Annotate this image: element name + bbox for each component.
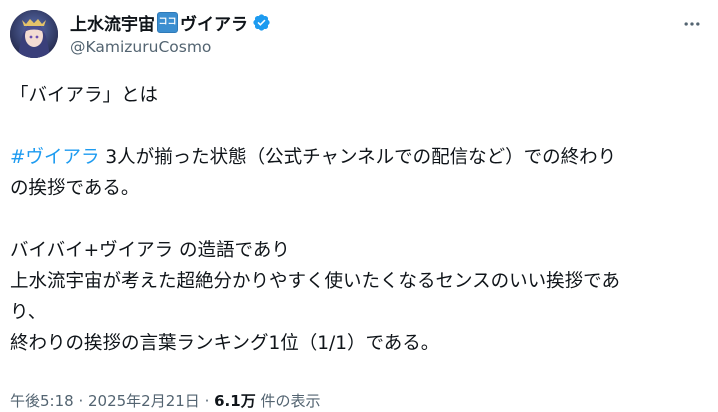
tweet-card: 上水流宇宙 ココ ヴイアラ @KamizuruCosmo 「バイアラ」とは #ヴ… <box>0 0 718 412</box>
author-handle[interactable]: @KamizuruCosmo <box>70 38 211 56</box>
more-horizontal-icon[interactable] <box>680 12 704 36</box>
tweet-date[interactable]: 2025年2月21日 <box>88 392 200 410</box>
avatar[interactable] <box>10 10 58 58</box>
author-display-name[interactable]: 上水流宇宙 <box>70 10 155 35</box>
author-name-row[interactable]: 上水流宇宙 ココ ヴイアラ <box>70 10 271 35</box>
tweet-line: #ヴイアラ 3人が揃った状態（公式チャンネルでの配信など）での終わり <box>10 142 710 173</box>
tweet-time[interactable]: 午後5:18 <box>10 392 74 410</box>
tweet-line: バイバイ+ヴイアラ の造語であり <box>10 240 290 261</box>
views-label: 件の表示 <box>255 392 321 410</box>
tweet-line: 上水流宇宙が考えた超絶分かりやすく使いたくなるセンスのいい挨拶であ <box>10 271 620 292</box>
tweet-line-text: 3人が揃った状態（公式チャンネルでの配信など）での終わり <box>99 147 617 168</box>
koko-emoji-icon: ココ <box>157 11 178 33</box>
tweet-line: り、 <box>10 302 47 323</box>
tweet-meta: 午後5:18 · 2025年2月21日 · 6.1万 件の表示 <box>10 390 320 411</box>
hashtag-link[interactable]: #ヴイアラ <box>10 147 100 168</box>
verified-badge-icon[interactable] <box>252 13 271 32</box>
tweet-line: 「バイアラ」とは <box>10 85 159 106</box>
meta-separator: · <box>199 392 215 410</box>
tweet-line: 終わりの挨拶の言葉ランキング1位（1/1）である。 <box>10 333 440 354</box>
tweet-line: の挨拶である。 <box>10 178 140 199</box>
author-name-suffix[interactable]: ヴイアラ <box>180 10 248 35</box>
tweet-text: 「バイアラ」とは #ヴイアラ 3人が揃った状態（公式チャンネルでの配信など）での… <box>10 80 710 359</box>
meta-separator: · <box>73 392 88 410</box>
views-count[interactable]: 6.1万 <box>214 392 256 410</box>
